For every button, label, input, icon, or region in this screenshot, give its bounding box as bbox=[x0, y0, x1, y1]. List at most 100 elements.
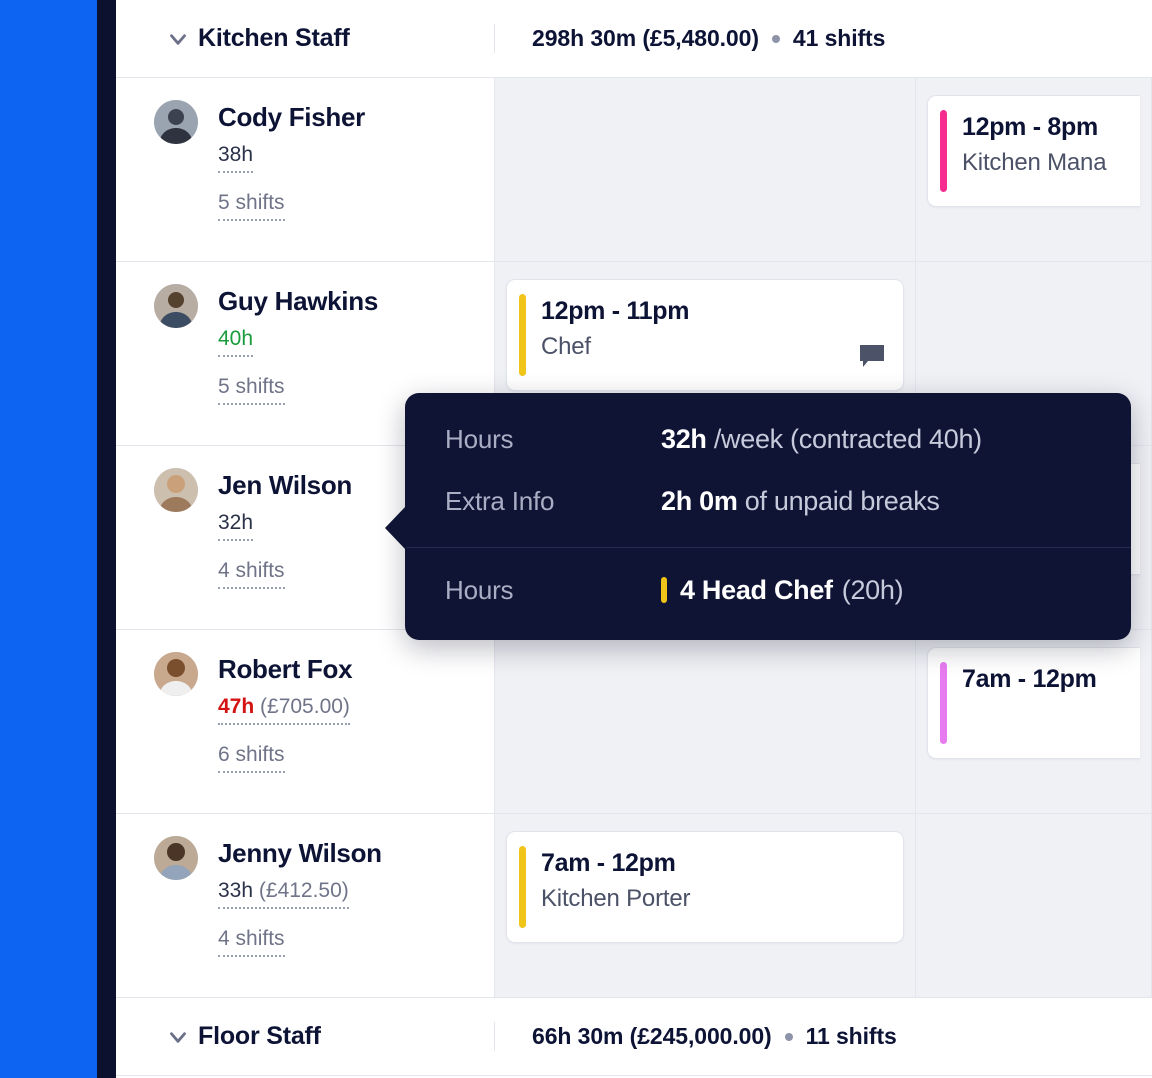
employee-hours[interactable]: 33h (£412.50) bbox=[218, 877, 349, 909]
tooltip-row: Extra Info 2h 0m of unpaid breaks bbox=[445, 486, 1091, 517]
group-name-cell[interactable]: Kitchen Staff bbox=[116, 24, 495, 53]
comment-icon[interactable] bbox=[858, 343, 886, 374]
shift-time: 12pm - 8pm bbox=[962, 113, 1098, 141]
tooltip-label: Extra Info bbox=[445, 486, 555, 516]
employee-cost: (£412.50) bbox=[258, 879, 349, 902]
left-dark-rail bbox=[97, 0, 116, 1078]
tooltip-value: 32h /week (contracted 40h) bbox=[661, 424, 982, 455]
schedule-cell[interactable]: 7am - 12pm Kitchen Porter bbox=[495, 814, 916, 997]
shift-time: 12pm - 11pm bbox=[541, 297, 690, 325]
employee-row[interactable]: Jenny Wilson 33h (£412.50) 4 shifts 7am … bbox=[116, 814, 1152, 998]
left-blue-rail bbox=[0, 0, 97, 1078]
employee-meta: Jenny Wilson 33h (£412.50) 4 shifts bbox=[218, 836, 382, 957]
employee-hours-value: 38h bbox=[218, 143, 254, 166]
employee-info-cell[interactable]: Jenny Wilson 33h (£412.50) 4 shifts bbox=[116, 814, 495, 997]
employee-meta: Robert Fox 47h (£705.00) 6 shifts bbox=[218, 652, 353, 773]
group-title: Kitchen Staff bbox=[198, 24, 350, 52]
shift-color-bar bbox=[519, 294, 526, 376]
role-color-swatch-icon bbox=[661, 577, 667, 603]
group-name-cell[interactable]: Floor Staff bbox=[116, 1022, 495, 1051]
employee-hours[interactable]: 47h (£705.00) bbox=[218, 693, 350, 725]
employee-cost: (£705.00) bbox=[260, 695, 350, 718]
tooltip-label: Hours bbox=[445, 424, 514, 454]
separator-dot-icon bbox=[771, 34, 780, 43]
employee-hours[interactable]: 38h bbox=[218, 141, 254, 173]
shift-time: 7am - 12pm bbox=[962, 665, 1097, 693]
avatar bbox=[154, 836, 198, 880]
employee-hours[interactable]: 32h bbox=[218, 509, 254, 541]
chevron-down-icon[interactable] bbox=[158, 26, 198, 52]
tooltip-value: 2h 0m of unpaid breaks bbox=[661, 486, 940, 517]
avatar-image bbox=[154, 100, 198, 144]
avatar-image bbox=[154, 284, 198, 328]
group-title: Floor Staff bbox=[198, 1022, 321, 1050]
employee-shifts[interactable]: 5 shifts bbox=[218, 373, 285, 405]
schedule-cell[interactable]: 12pm - 8pm Kitchen Mana bbox=[916, 78, 1152, 261]
tooltip-role: 4 Head Chef bbox=[680, 575, 833, 605]
employee-info-cell[interactable]: Cody Fisher 38h 5 shifts bbox=[116, 78, 495, 261]
avatar bbox=[154, 284, 198, 328]
separator-dot-icon bbox=[784, 1032, 793, 1041]
avatar bbox=[154, 468, 198, 512]
shift-time: 7am - 12pm bbox=[541, 849, 676, 877]
group-header-row[interactable]: Kitchen Staff 298h 30m (£5,480.00) 41 sh… bbox=[116, 0, 1152, 78]
employee-shifts[interactable]: 6 shifts bbox=[218, 741, 285, 773]
employee-info-cell[interactable]: Robert Fox 47h (£705.00) 6 shifts bbox=[116, 630, 495, 813]
group-header-row[interactable]: Floor Staff 66h 30m (£245,000.00) 11 shi… bbox=[116, 998, 1152, 1076]
schedule-lanes: 7am - 12pm bbox=[495, 630, 1152, 813]
employee-name: Jen Wilson bbox=[218, 470, 353, 500]
employee-meta: Jen Wilson 32h 4 shifts bbox=[218, 468, 352, 589]
chevron-down-icon[interactable] bbox=[158, 1024, 198, 1050]
shift-role: Kitchen Mana bbox=[962, 149, 1107, 176]
tooltip-label: Hours bbox=[445, 575, 514, 605]
schedule-cell[interactable] bbox=[495, 630, 916, 813]
tooltip-row: Hours 4 Head Chef (20h) bbox=[445, 575, 1091, 606]
avatar bbox=[154, 100, 198, 144]
tooltip-value: 4 Head Chef (20h) bbox=[661, 575, 904, 606]
tooltip-arrow-icon bbox=[385, 506, 406, 550]
employee-name: Cody Fisher bbox=[218, 102, 365, 132]
employee-hours-value: 33h bbox=[218, 879, 254, 902]
shift-color-bar bbox=[940, 662, 947, 744]
schedule-lanes: 12pm - 8pm Kitchen Mana bbox=[495, 78, 1152, 261]
hours-tooltip: Hours 32h /week (contracted 40h) Extra I… bbox=[385, 393, 1131, 640]
employee-row[interactable]: Robert Fox 47h (£705.00) 6 shifts 7am - … bbox=[116, 630, 1152, 814]
employee-shifts[interactable]: 4 shifts bbox=[218, 557, 285, 589]
shift-color-bar bbox=[519, 846, 526, 928]
shift-role: Chef bbox=[541, 333, 591, 360]
employee-name: Robert Fox bbox=[218, 654, 353, 684]
schedule-cell[interactable]: 7am - 12pm bbox=[916, 630, 1152, 813]
employee-hours-value: 40h bbox=[218, 327, 254, 350]
avatar-image bbox=[154, 836, 198, 880]
group-summary-hours: 298h 30m (£5,480.00) bbox=[532, 25, 759, 51]
schedule-screen: Kitchen Staff 298h 30m (£5,480.00) 41 sh… bbox=[0, 0, 1152, 1078]
avatar bbox=[154, 652, 198, 696]
tooltip-value-muted: of unpaid breaks bbox=[744, 486, 940, 516]
tooltip-value-strong: 32h bbox=[661, 424, 707, 454]
shift-card[interactable]: 7am - 12pm Kitchen Porter bbox=[506, 831, 904, 943]
tooltip-value-muted: /week (contracted 40h) bbox=[713, 424, 982, 454]
employee-hours[interactable]: 40h bbox=[218, 325, 254, 357]
employee-shifts[interactable]: 4 shifts bbox=[218, 925, 285, 957]
schedule-lanes: 7am - 12pm Kitchen Porter bbox=[495, 814, 1152, 997]
shift-card[interactable]: 12pm - 11pm Chef bbox=[506, 279, 904, 391]
employee-name: Guy Hawkins bbox=[218, 286, 378, 316]
avatar-image bbox=[154, 468, 198, 512]
employee-row[interactable]: Cody Fisher 38h 5 shifts 12pm - 8pm Kitc… bbox=[116, 78, 1152, 262]
tooltip-section-breakdown: Hours 4 Head Chef (20h) bbox=[405, 547, 1131, 640]
group-summary-hours: 66h 30m (£245,000.00) bbox=[532, 1023, 772, 1049]
employee-hours-value: 47h bbox=[218, 695, 255, 718]
schedule-cell[interactable] bbox=[495, 78, 916, 261]
tooltip-value-strong: 2h 0m bbox=[661, 486, 738, 516]
schedule-cell[interactable] bbox=[916, 814, 1152, 997]
tooltip-section-summary: Hours 32h /week (contracted 40h) Extra I… bbox=[405, 393, 1131, 547]
employee-shifts[interactable]: 5 shifts bbox=[218, 189, 285, 221]
shift-color-bar bbox=[940, 110, 947, 192]
employee-name: Jenny Wilson bbox=[218, 838, 382, 868]
tooltip-row: Hours 32h /week (contracted 40h) bbox=[445, 424, 1091, 455]
group-summary-shifts: 11 shifts bbox=[805, 1023, 897, 1049]
shift-card[interactable]: 7am - 12pm bbox=[927, 647, 1140, 759]
avatar-image bbox=[154, 652, 198, 696]
tooltip-role-hours: (20h) bbox=[841, 575, 904, 605]
shift-card[interactable]: 12pm - 8pm Kitchen Mana bbox=[927, 95, 1140, 207]
